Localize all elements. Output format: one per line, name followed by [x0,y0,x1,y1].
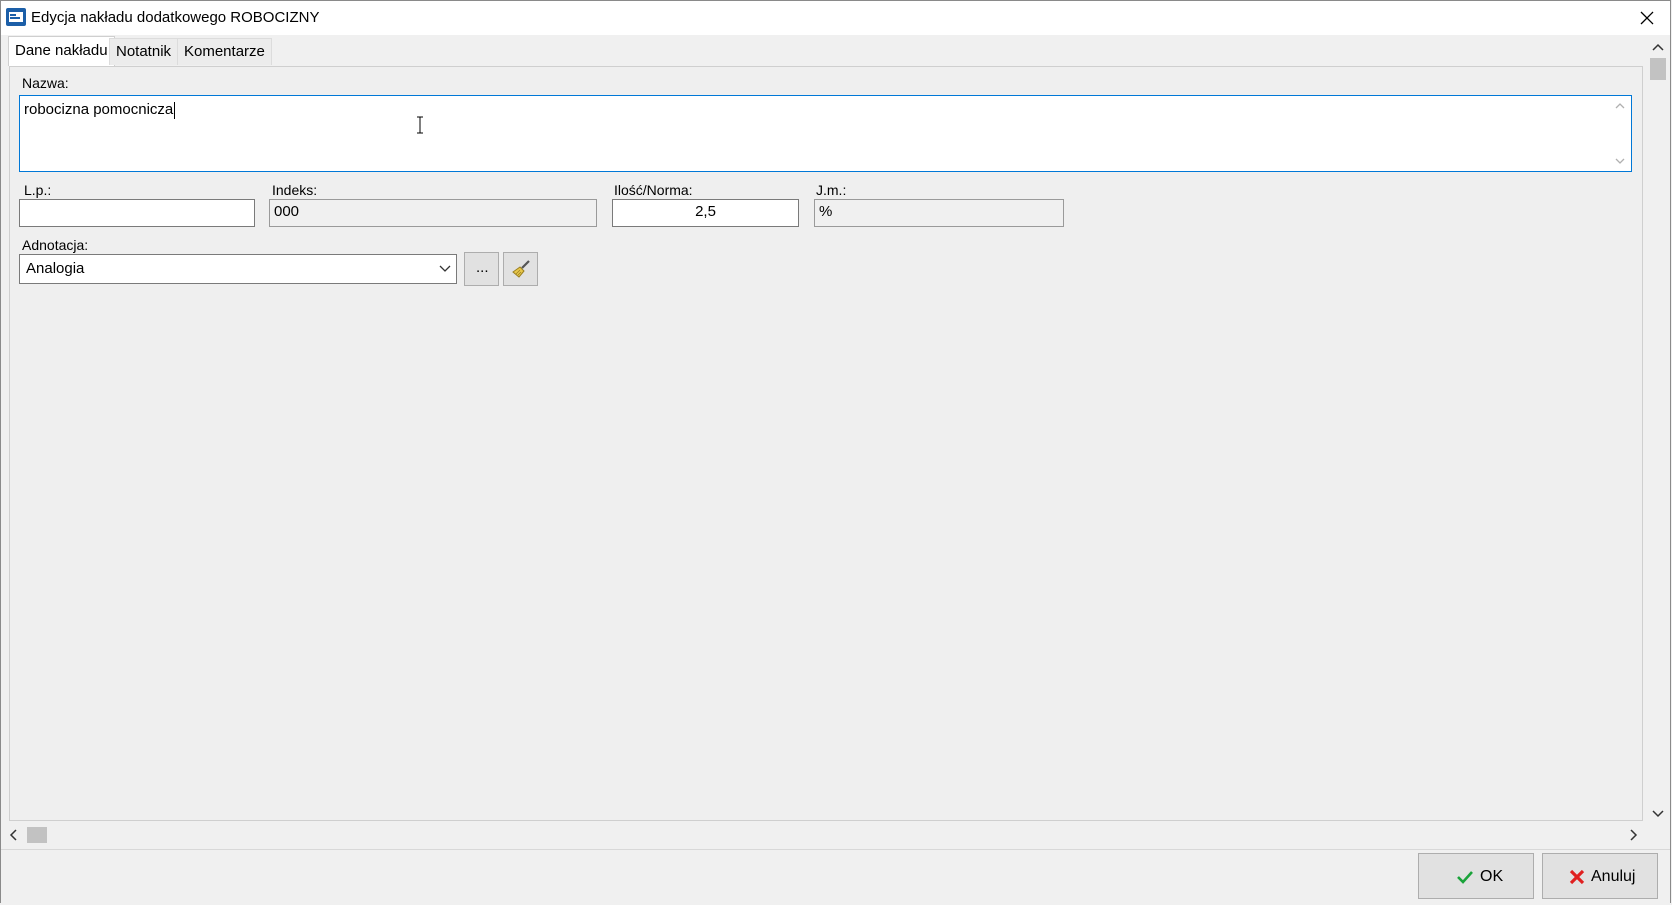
cancel-x-icon [1569,869,1585,885]
tab-content-panel [9,66,1643,821]
scroll-up-icon[interactable] [1652,43,1664,51]
ilosc-norma-label: Ilość/Norma: [614,182,693,198]
scroll-right-icon[interactable] [1630,829,1638,841]
tab-dane-nakladu[interactable]: Dane nakładu [8,36,115,66]
vertical-scrollbar[interactable] [1646,38,1670,823]
lp-label: L.p.: [24,182,52,198]
lp-input[interactable] [19,199,255,227]
text-cursor-icon [417,116,423,134]
scroll-left-icon[interactable] [9,829,17,841]
vertical-scroll-thumb[interactable] [1650,58,1666,80]
chevron-down-icon [439,265,451,272]
horizontal-scroll-thumb[interactable] [27,827,47,843]
tab-label: Dane nakładu [15,42,108,59]
ok-button-label: OK [1480,868,1504,885]
scroll-down-icon[interactable] [1652,810,1664,818]
text-caret [174,101,176,119]
cancel-button-label: Anuluj [1591,868,1636,885]
window-title: Edycja nakładu dodatkowego ROBOCIZNY [31,9,320,26]
jm-label: J.m.: [816,182,847,198]
adnotacja-combobox[interactable]: Analogia [19,254,457,284]
nazwa-textarea[interactable]: robocizna pomocnicza [19,95,1632,172]
title-bar: Edycja nakładu dodatkowego ROBOCIZNY [1,1,1670,35]
tab-label: Komentarze [184,43,265,60]
nazwa-label: Nazwa: [22,75,69,91]
jm-input[interactable]: % [814,199,1064,227]
tab-komentarze[interactable]: Komentarze [177,38,272,65]
ok-button[interactable]: OK [1418,853,1534,899]
broom-icon [512,260,530,278]
cancel-button[interactable]: Anuluj [1542,853,1658,899]
ilosc-norma-input[interactable]: 2,5 [612,199,799,227]
nazwa-value: robocizna pomocnicza [24,101,174,118]
tab-notatnik[interactable]: Notatnik [109,38,179,65]
indeks-label: Indeks: [272,182,318,198]
app-icon [6,8,26,26]
browse-button[interactable]: ... [464,252,499,286]
adnotacja-selected-value: Analogia [26,260,85,277]
checkmark-icon [1457,871,1473,884]
dialog-window: Edycja nakładu dodatkowego ROBOCIZNY Dan… [0,0,1671,905]
scroll-up-icon[interactable] [1615,102,1625,110]
horizontal-scrollbar[interactable] [1,823,1646,845]
scroll-down-icon[interactable] [1615,157,1625,165]
tab-label: Notatnik [116,43,172,60]
close-button[interactable] [1624,1,1670,35]
browse-button-label: ... [476,259,489,276]
adnotacja-label: Adnotacja: [22,237,89,253]
clear-button[interactable] [503,252,538,286]
indeks-input[interactable]: 000 [269,199,597,227]
close-icon [1640,11,1654,25]
